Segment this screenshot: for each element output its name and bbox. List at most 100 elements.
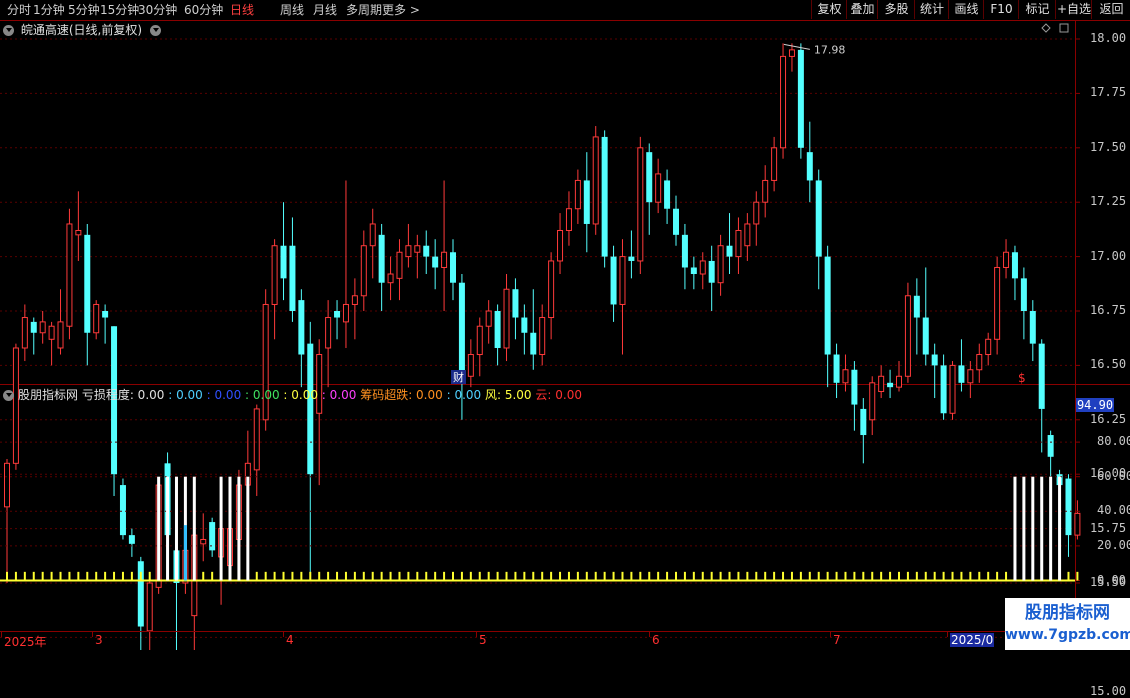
candle-body [271, 245, 278, 305]
wind-bar [898, 571, 900, 581]
wind-bar [184, 571, 187, 581]
loss-bar [166, 476, 170, 581]
indicator-current-value: 94.90 [1076, 398, 1114, 412]
wind-bar [148, 571, 151, 581]
candle-body [904, 295, 911, 377]
wind-bar [505, 571, 508, 581]
indicator-menu-icon[interactable] [3, 390, 14, 401]
date-label: 7 [833, 633, 841, 647]
candle-body [48, 325, 55, 340]
candle-body [57, 321, 64, 349]
wind-bar [666, 571, 669, 581]
candle-body [1011, 252, 1018, 279]
candle-body [681, 234, 688, 268]
candle-body [450, 252, 456, 283]
wind-bar [594, 571, 597, 581]
wind-bar [630, 571, 633, 581]
wind-bar [960, 571, 963, 581]
indicator-value-4: : 0.00 [283, 388, 322, 402]
wind-bar [398, 571, 401, 581]
period-tab-3[interactable]: 15分钟 [100, 2, 139, 18]
diamond-icon [1041, 23, 1051, 33]
wind-bar [95, 571, 98, 581]
candle-body [316, 354, 323, 414]
wind-bar [1031, 571, 1034, 581]
wind-bar [559, 571, 562, 581]
period-tab-9[interactable]: 多周期 [346, 2, 382, 18]
candle-body [851, 369, 858, 405]
candle-body [878, 375, 885, 393]
wind-bar [50, 571, 53, 581]
toolbar-button-2[interactable]: 多股 [877, 0, 915, 19]
toolbar-button-6[interactable]: 标记 [1018, 0, 1056, 19]
wind-bar [460, 571, 463, 581]
candle-body [744, 223, 751, 247]
period-tab-8[interactable]: 月线 [313, 2, 337, 18]
candle-body [762, 179, 769, 203]
date-label: 6 [652, 633, 660, 647]
price-tick-label: 17.25 [1090, 194, 1127, 209]
wind-bar [327, 571, 330, 581]
period-tab-7[interactable]: 周线 [280, 2, 304, 18]
wind-bar [773, 571, 776, 581]
candle-body [244, 462, 251, 486]
period-tab-6[interactable]: 日线 [230, 2, 254, 18]
candlestick-chart[interactable]: 17.9814.98财$ [0, 0, 1130, 650]
wind-bar [487, 571, 490, 581]
toolbar-button-3[interactable]: 统计 [914, 0, 949, 19]
candle-body [583, 180, 590, 224]
candle-body [958, 365, 965, 383]
wind-bar [193, 571, 196, 581]
wind-bar [86, 571, 89, 581]
candle-body [12, 347, 19, 464]
candle-body [137, 561, 144, 627]
dropdown-chevron-icon[interactable] [149, 25, 161, 36]
candle-body [307, 343, 314, 475]
toolbar-button-1[interactable]: 叠加 [846, 0, 878, 19]
loss-bar [157, 476, 161, 581]
wind-bar [229, 571, 231, 581]
indicator-tick-label: 20.00 [1097, 537, 1130, 552]
wind-bar [942, 571, 945, 581]
wind-bar [835, 571, 838, 581]
loss-bar [174, 476, 178, 581]
wind-bar [933, 571, 936, 581]
wind-bar [701, 571, 704, 581]
period-tab-0[interactable]: 分时 [7, 2, 31, 18]
toolbar-button-4[interactable]: 画线 [948, 0, 984, 19]
candle-body [494, 311, 501, 348]
candle-body [75, 229, 82, 236]
wind-bar [344, 571, 347, 581]
toolbar-button-5[interactable]: F10 [983, 0, 1019, 19]
candle-body [334, 311, 341, 318]
period-tab-4[interactable]: 30分钟 [138, 2, 177, 18]
wind-bar [808, 571, 811, 581]
wind-bar [139, 571, 142, 581]
period-tab-5[interactable]: 60分钟 [184, 2, 223, 18]
date-tick [830, 632, 831, 637]
wind-bar [264, 571, 267, 581]
wind-bar [478, 571, 481, 581]
period-tab-1[interactable]: 1分钟 [33, 2, 65, 18]
chart-menu-icon[interactable] [3, 25, 14, 36]
date-tick [92, 632, 93, 637]
wind-bar [77, 571, 80, 581]
candle-body [119, 485, 126, 536]
period-tab-10[interactable]: 更多 > [382, 2, 420, 18]
toolbar: 分时 1分钟 5分钟 15分钟 30分钟 60分钟 日线 周线 月线 多周期 更多 > 复权 叠加 多股统… [0, 0, 1130, 21]
toolbar-button-0[interactable]: 复权 [811, 0, 847, 19]
wind-bar [621, 571, 624, 581]
candle-body [717, 245, 724, 284]
candle-body [182, 549, 189, 584]
candle-body [235, 484, 242, 540]
wind-bar [416, 571, 419, 581]
toolbar-button-8[interactable]: 返回 [1091, 0, 1130, 19]
candle-body [619, 256, 626, 305]
period-tab-2[interactable]: 5分钟 [68, 2, 100, 18]
toolbar-button-7[interactable]: +自选 [1055, 0, 1092, 19]
price-tick-label: 17.75 [1090, 85, 1127, 100]
candle-body [378, 234, 385, 283]
high-pointer [783, 43, 810, 50]
wind-bar [612, 571, 615, 581]
candle-body [423, 245, 430, 257]
